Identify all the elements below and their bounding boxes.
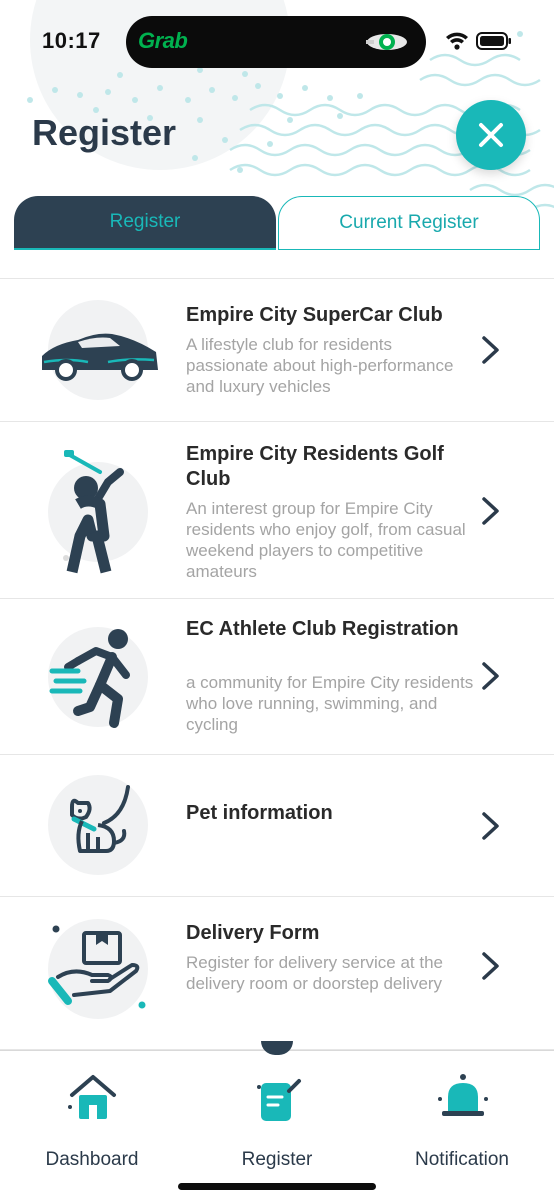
list-item-supercar-club[interactable]: Empire City SuperCar Club A lifestyle cl… — [0, 278, 554, 421]
list-item-golf-club[interactable]: Empire City Residents Golf Club An inter… — [0, 421, 554, 598]
item-description: A lifestyle club for residents passionat… — [186, 335, 454, 396]
list-item-delivery-form[interactable]: Delivery Form Register for delivery serv… — [0, 896, 554, 1050]
register-tabs: Register Current Register — [14, 196, 540, 250]
item-description: An interest group for Empire City reside… — [186, 499, 466, 581]
dynamic-island[interactable]: Grab — [126, 16, 426, 68]
item-title: Empire City SuperCar Club — [186, 304, 443, 326]
status-time: 10:17 — [42, 28, 101, 53]
chevron-right-icon — [482, 497, 499, 525]
chevron-right-icon — [482, 662, 499, 690]
bell-icon — [438, 1074, 488, 1116]
header: 10:17 Grab Register Register Current Reg… — [0, 0, 554, 270]
register-form-icon — [257, 1079, 301, 1121]
item-title: Empire City Residents Golf Club — [186, 443, 444, 490]
close-icon — [479, 123, 503, 147]
nav-dashboard[interactable]: Dashboard — [2, 1071, 182, 1170]
status-icons — [446, 32, 511, 50]
dog-icon — [48, 775, 148, 875]
chevron-right-icon — [482, 812, 499, 840]
battery-icon — [476, 32, 511, 50]
register-list: Empire City SuperCar Club A lifestyle cl… — [0, 278, 554, 1050]
nav-notification[interactable]: Notification — [372, 1071, 552, 1170]
item-title: EC Athlete Club Registration — [186, 618, 459, 640]
item-title: Delivery Form — [186, 922, 320, 944]
item-title: Pet information — [186, 802, 333, 824]
page-title: Register — [32, 112, 177, 153]
wifi-icon — [446, 32, 468, 50]
golfer-icon — [48, 450, 148, 574]
tab-current-register[interactable]: Current Register — [278, 196, 540, 250]
sports-car-icon — [42, 300, 158, 400]
list-item-pet-information[interactable]: Pet information — [0, 754, 554, 896]
tab-register[interactable]: Register — [14, 196, 276, 250]
grab-driver-icon — [366, 34, 407, 50]
home-icon — [68, 1075, 116, 1119]
close-button[interactable] — [456, 100, 526, 170]
item-description: a community for Empire City residents wh… — [186, 673, 474, 734]
nav-register[interactable]: Register — [187, 1071, 367, 1170]
nav-label: Dashboard — [45, 1149, 139, 1170]
grab-activity-label: Grab — [138, 28, 188, 53]
status-bar: 10:17 Grab — [0, 0, 554, 84]
runner-icon — [48, 627, 148, 728]
list-item-athlete-club[interactable]: EC Athlete Club Registration a community… — [0, 598, 554, 754]
item-description: Register for delivery service at the del… — [186, 953, 443, 993]
chevron-right-icon — [482, 952, 499, 980]
nav-label: Notification — [415, 1149, 509, 1170]
bottom-nav: Dashboard Register Notification — [0, 1041, 554, 1200]
chevron-right-icon — [482, 336, 499, 364]
nav-label: Register — [241, 1149, 313, 1170]
delivery-package-icon — [48, 919, 148, 1019]
home-indicator[interactable] — [178, 1183, 376, 1190]
active-nav-indicator — [261, 1041, 293, 1055]
